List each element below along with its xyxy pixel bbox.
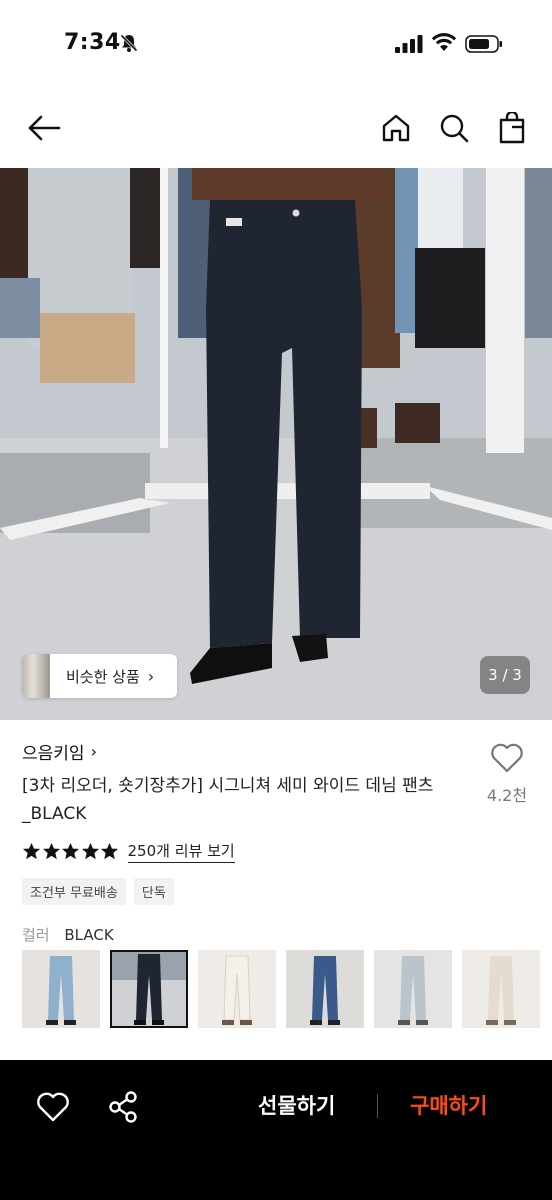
color-option-row: 컬러 BLACK bbox=[22, 924, 114, 945]
chevron-right-icon: › bbox=[90, 742, 97, 761]
buy-button[interactable]: 구매하기 bbox=[410, 1090, 487, 1120]
variant-thumb-beige[interactable] bbox=[462, 950, 540, 1028]
bell-off-icon bbox=[120, 34, 138, 52]
product-photo bbox=[0, 168, 552, 720]
star-rating bbox=[22, 842, 120, 861]
variant-photo bbox=[110, 950, 188, 1028]
variant-thumb-light-blue[interactable] bbox=[22, 950, 100, 1028]
battery-icon bbox=[465, 35, 502, 53]
cart-button[interactable] bbox=[492, 108, 532, 148]
divider bbox=[377, 1094, 378, 1118]
variant-photo bbox=[374, 950, 452, 1028]
top-nav bbox=[0, 100, 552, 156]
variant-photo bbox=[286, 950, 364, 1028]
star-icon bbox=[81, 842, 99, 860]
shopping-bag-icon bbox=[499, 112, 525, 144]
cellular-signal-icon bbox=[395, 35, 423, 53]
image-page-indicator: 3 / 3 bbox=[480, 656, 530, 694]
wishlist-button[interactable]: 4.2천 bbox=[484, 742, 530, 806]
option-label: 컬러 bbox=[22, 926, 50, 944]
wifi-icon bbox=[431, 33, 457, 51]
brand-link[interactable]: 으음키임 › bbox=[22, 739, 97, 764]
star-icon bbox=[42, 842, 60, 860]
status-time: 7:34 bbox=[64, 30, 121, 55]
similar-products-button[interactable]: 비슷한 상품 › bbox=[22, 654, 177, 698]
tag-free-shipping: 조건부 무료배송 bbox=[22, 878, 126, 905]
product-title: [3차 리오더, 숏기장추가] 시그니쳐 세미 와이드 데님 팬츠 _BLACK bbox=[22, 776, 434, 824]
product-image-carousel[interactable] bbox=[0, 168, 552, 720]
share-icon[interactable] bbox=[107, 1090, 139, 1124]
gift-button[interactable]: 선물하기 bbox=[258, 1090, 335, 1120]
chevron-right-icon: › bbox=[147, 666, 155, 686]
bottom-action-bar: 선물하기 구매하기 bbox=[0, 1060, 552, 1200]
variant-photo bbox=[462, 950, 540, 1028]
option-value: BLACK bbox=[64, 926, 114, 944]
brand-name: 으음키임 bbox=[22, 744, 85, 764]
heart-icon[interactable] bbox=[36, 1090, 70, 1124]
home-button[interactable] bbox=[376, 108, 416, 148]
variant-photo bbox=[198, 950, 276, 1028]
heart-icon bbox=[491, 743, 523, 773]
variant-photo bbox=[22, 950, 100, 1028]
variant-thumb-black[interactable] bbox=[110, 950, 188, 1028]
arrow-left-icon bbox=[28, 115, 61, 141]
home-icon bbox=[382, 114, 410, 142]
wishlist-count: 4.2천 bbox=[486, 786, 528, 805]
review-link[interactable]: 250개 리뷰 보기 bbox=[127, 840, 235, 863]
variant-thumb-indigo[interactable] bbox=[286, 950, 364, 1028]
similar-product-thumbnail bbox=[22, 654, 50, 698]
tag-exclusive: 단독 bbox=[133, 878, 174, 905]
star-icon bbox=[61, 842, 80, 860]
variant-thumb-ivory[interactable] bbox=[198, 950, 276, 1028]
status-bar: 7:34 bbox=[0, 0, 552, 88]
color-variant-list bbox=[22, 950, 550, 1028]
search-button[interactable] bbox=[434, 108, 474, 148]
star-icon bbox=[22, 842, 41, 860]
back-button[interactable] bbox=[24, 108, 64, 148]
similar-products-label: 비슷한 상품 bbox=[66, 667, 140, 686]
product-tags: 조건부 무료배송 단독 bbox=[22, 878, 182, 905]
rating-row: 250개 리뷰 보기 bbox=[22, 840, 235, 863]
variant-thumb-gray-blue[interactable] bbox=[374, 950, 452, 1028]
star-icon bbox=[100, 842, 119, 860]
search-icon bbox=[440, 114, 469, 143]
